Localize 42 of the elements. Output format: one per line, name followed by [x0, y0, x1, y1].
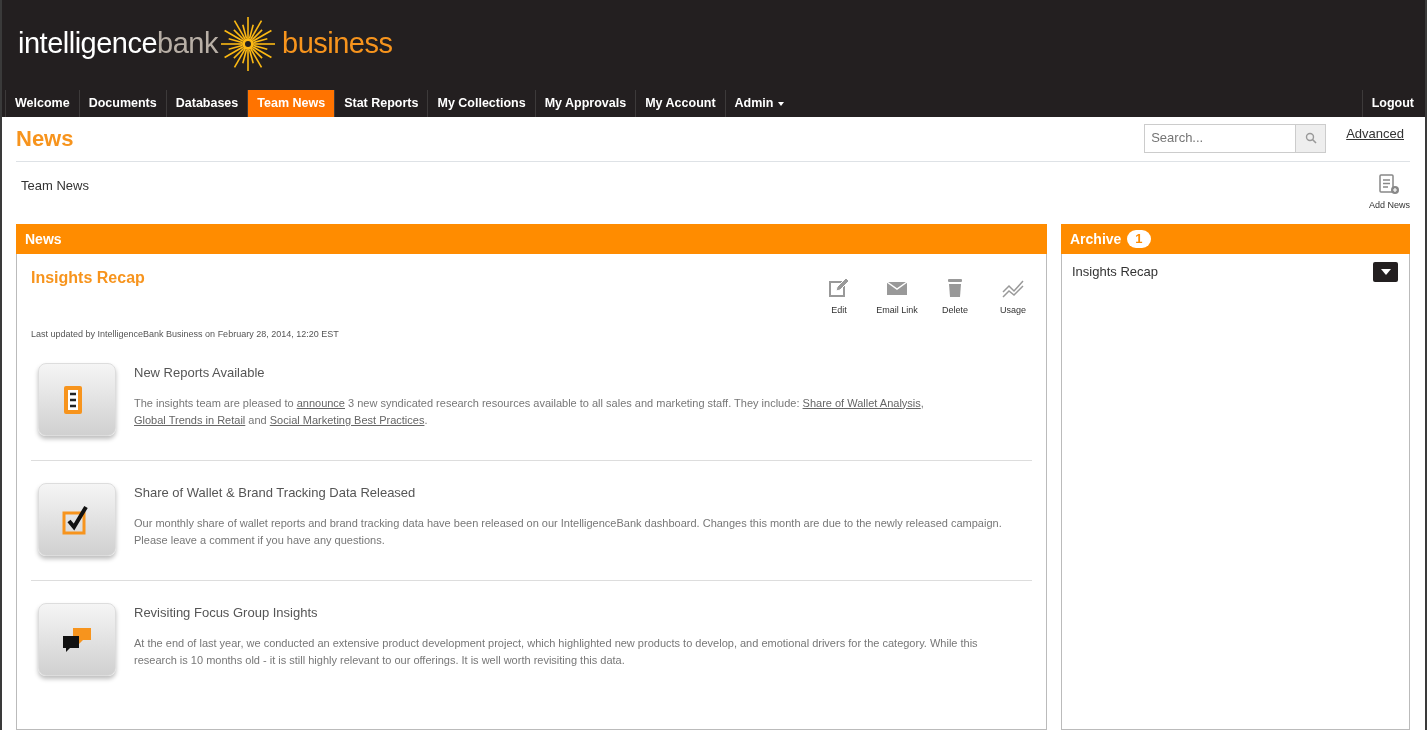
text-link[interactable]: Global Trends in Retail: [134, 413, 246, 426]
search-button[interactable]: [1296, 123, 1327, 153]
news-item-text: At the end of last year, we conducted an extensive product development project, which highlighted new products to develop, and emotional drivers for the category. While this research is 10 months old - it is still highly relevant to our offerings. It is well worth revisiting this data.: [134, 635, 979, 668]
nav-tab[interactable]: My Account: [635, 90, 725, 117]
sunburst-icon: [218, 14, 278, 74]
logo-text: intelligence: [18, 26, 158, 62]
breadcrumb: Team News: [21, 177, 89, 195]
usage-button[interactable]: Usage: [984, 276, 1042, 318]
nav-tab[interactable]: Admin: [724, 90, 794, 117]
text-link[interactable]: announce: [296, 396, 345, 409]
email-button[interactable]: Email Link: [868, 276, 926, 318]
nav-tab[interactable]: Stat Reports: [334, 90, 428, 117]
nav-tab[interactable]: My Approvals: [534, 90, 636, 117]
logo-text: bank: [157, 26, 218, 62]
logout-button[interactable]: Logout: [1361, 90, 1423, 117]
page-title: News: [16, 125, 74, 153]
caret-icon: [1380, 269, 1391, 275]
news-item-title: New Reports Available: [134, 364, 266, 382]
news-item-title: Share of Wallet & Brand Tracking Data Released: [134, 484, 417, 502]
panel-title: News: [25, 229, 62, 249]
panel-title: Archive: [1070, 229, 1122, 249]
advanced-link[interactable]: Advanced: [1346, 123, 1404, 143]
search-field[interactable]: Search...: [1144, 123, 1297, 153]
delete-button[interactable]: Delete: [926, 276, 984, 318]
news-title: Insights Recap: [31, 268, 145, 288]
add-news-button[interactable]: Add News: [1368, 173, 1410, 213]
news-item-title: Revisiting Focus Group Insights: [134, 604, 319, 622]
news-item-text: The insights team are pleased to announce 3 new syndicated research resources available to all sales and marketing staff. They include: Share of Wallet Analysis, Global Trends in Retail and Social Marketing Best Practices.: [134, 395, 925, 428]
search-icon: [1304, 132, 1317, 144]
news-item-text: Our monthly share of wallet reports and brand tracking data have been released on our IntelligenceBank dashboard. Changes this month are due to the newly released campaign. Please leave a comment if you have any questions.: [134, 515, 1003, 548]
updated-text: Last updated by IntelligenceBank Business on February 28, 2014, 12:20 EST: [31, 327, 340, 341]
nav-tab[interactable]: My Collections: [427, 90, 535, 117]
archive-item[interactable]: Insights Recap: [1072, 262, 1158, 282]
edit-button[interactable]: Edit: [810, 276, 868, 318]
pencil-icon: [827, 276, 851, 300]
document-plus-icon: [1378, 173, 1401, 195]
nav-tab[interactable]: Documents: [78, 90, 166, 117]
text-link[interactable]: Share of Wallet Analysis: [802, 396, 921, 409]
dropdown-button[interactable]: [1373, 262, 1398, 282]
nav-tab[interactable]: Welcome: [5, 90, 79, 117]
count-badge: 1: [1127, 230, 1151, 248]
logo-text: business: [282, 26, 393, 62]
